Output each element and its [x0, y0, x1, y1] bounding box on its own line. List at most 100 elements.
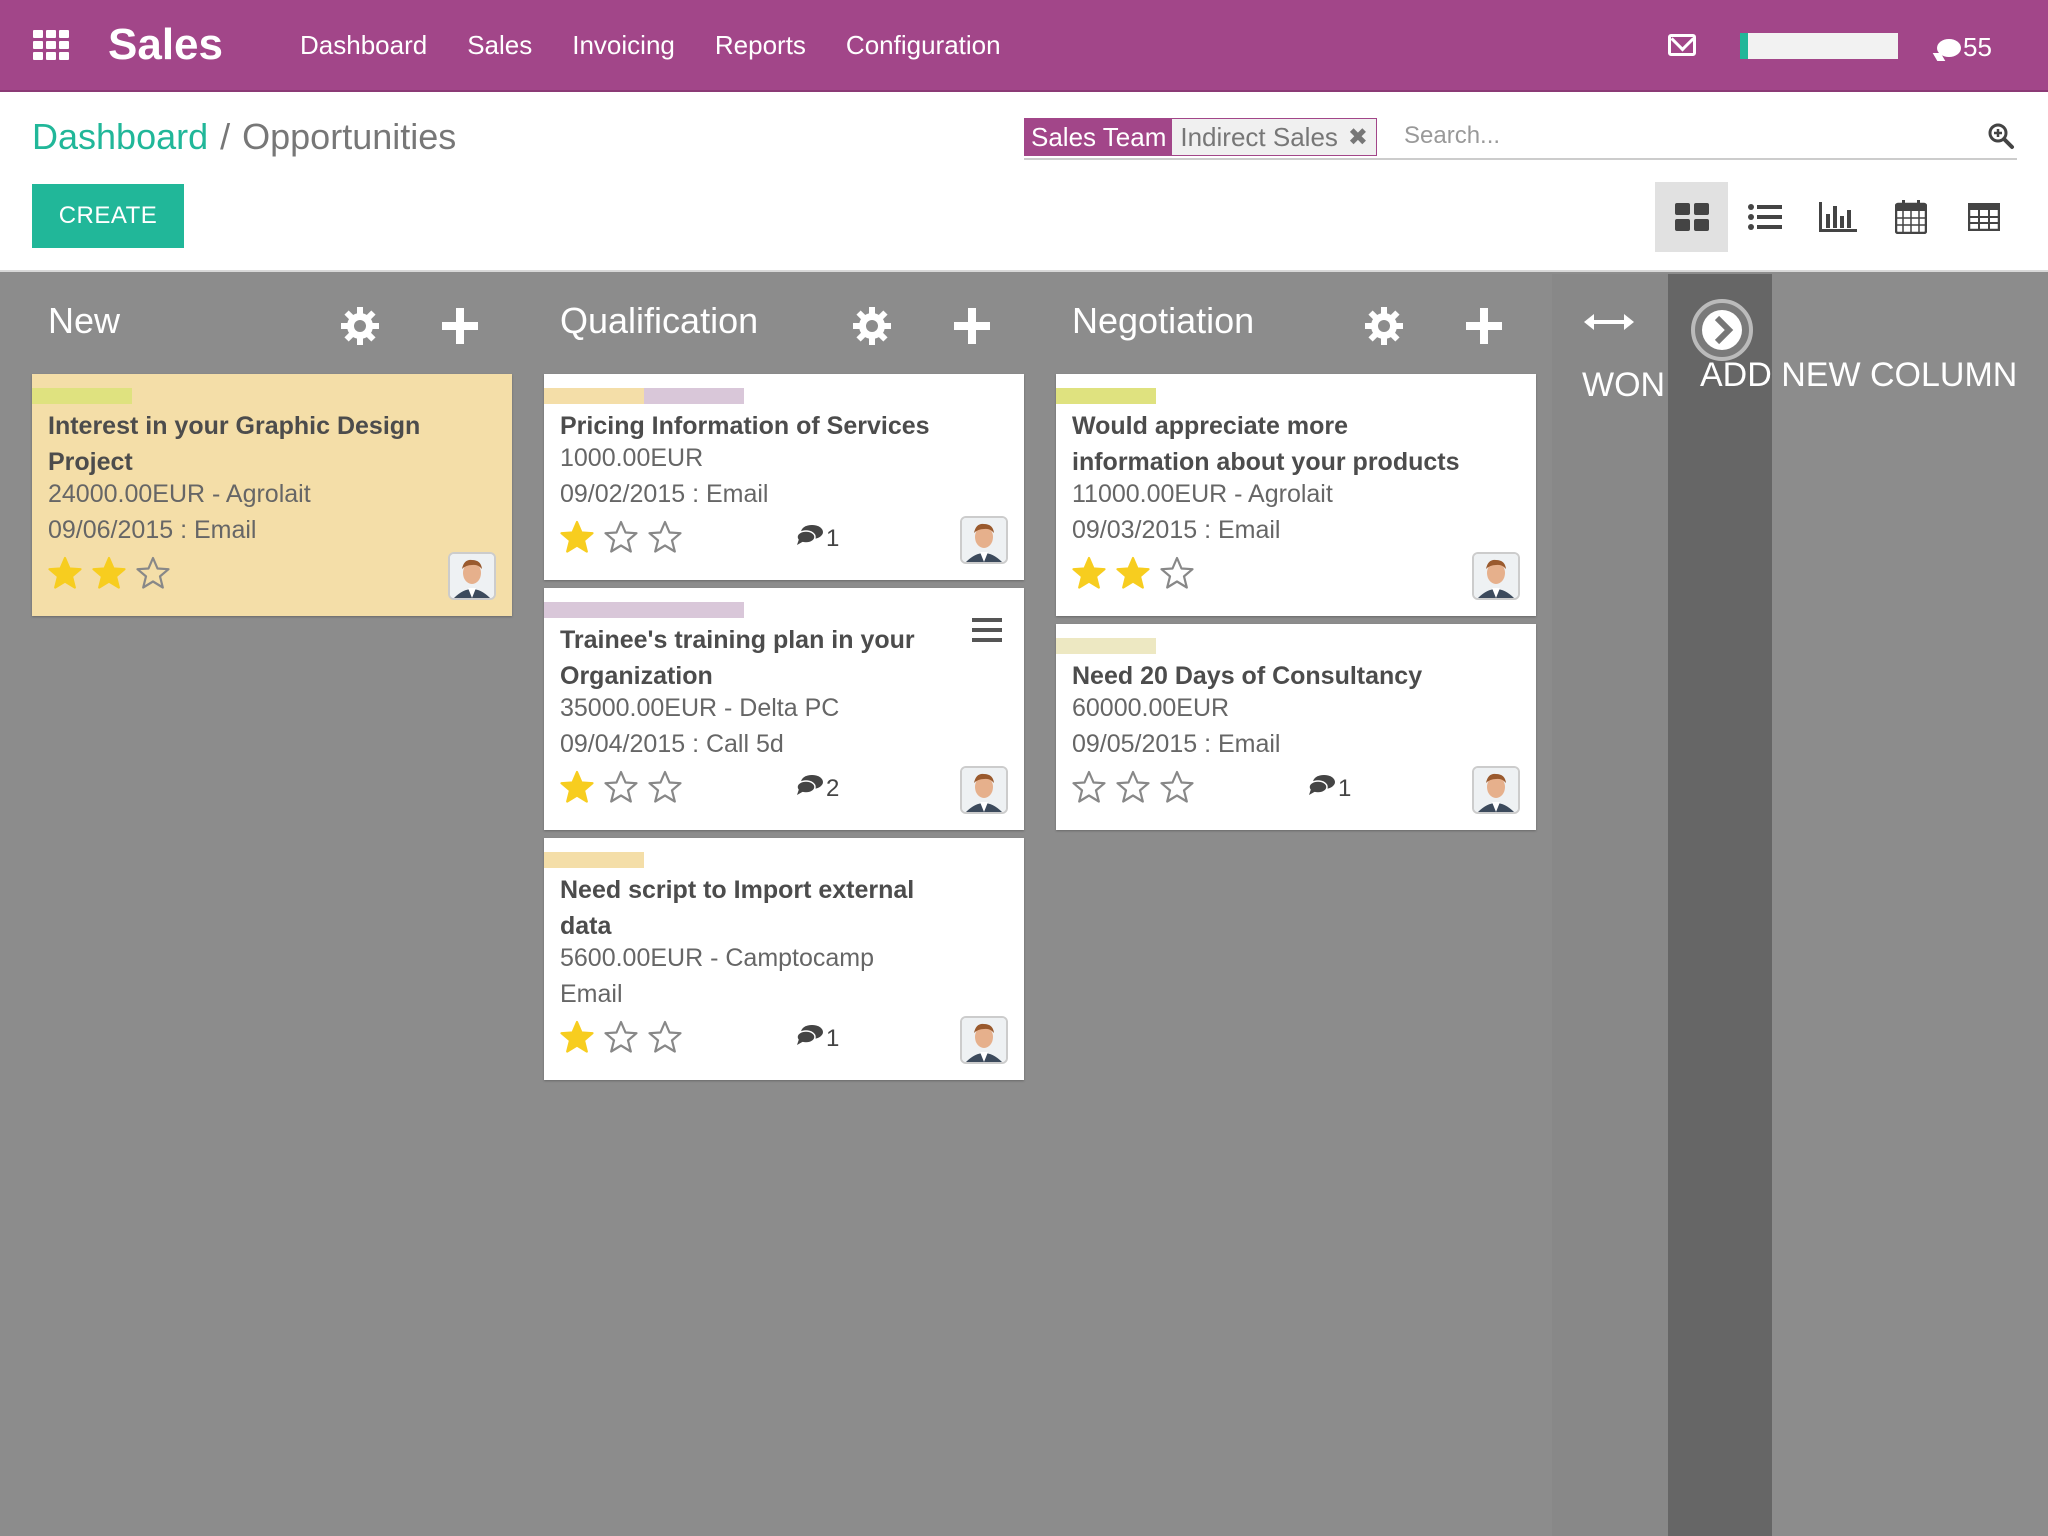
tag-color-bar [1056, 638, 1156, 654]
add-column-icon[interactable] [1690, 298, 1754, 362]
column-title: Negotiation [1072, 300, 1255, 341]
kanban-board: Negotiation Would appreciate more informat… [0, 274, 2048, 1536]
user-menu[interactable] [1740, 33, 1898, 59]
search-input[interactable] [1404, 118, 1944, 154]
message-count: 1 [826, 1024, 840, 1052]
column-quick-create-plus-icon[interactable] [1464, 306, 1504, 346]
card-revenue: 1000.00EUR [560, 444, 704, 472]
tag-color-bar [32, 388, 132, 404]
star-empty-icon[interactable] [604, 770, 638, 804]
card-tags [32, 388, 132, 404]
card-title: Interest in your Graphic Design Project [48, 408, 468, 480]
won-column-folded[interactable]: WON [1552, 274, 1668, 1536]
star-filled-icon[interactable] [92, 556, 126, 590]
breadcrumb-separator: / [220, 116, 231, 157]
card-next-activity: 09/04/2015 : Call 5d [560, 730, 784, 758]
star-filled-icon[interactable] [560, 520, 594, 554]
column-header: Negotiation [1040, 274, 1536, 374]
priority-stars [560, 1020, 682, 1054]
calendar-view-button[interactable] [1874, 182, 1947, 252]
search-facet: Sales Team Indirect Sales ✖ [1024, 118, 1378, 156]
opportunity-card[interactable]: Need script to Import external data 5600.0… [544, 838, 1024, 1080]
star-filled-icon[interactable] [1072, 556, 1106, 590]
chat-count: 55 [1963, 32, 1992, 62]
apps-menu-icon[interactable] [33, 30, 69, 60]
mail-icon[interactable] [1668, 34, 1696, 56]
star-empty-icon[interactable] [1160, 556, 1194, 590]
card-title-line: Need script to Import external [560, 876, 915, 904]
comments-icon [796, 1024, 824, 1053]
column-settings-gear-icon[interactable] [1364, 306, 1404, 346]
card-next-activity: Email [560, 980, 623, 1008]
pivot-view-button[interactable] [1947, 182, 2020, 252]
menu-dashboard[interactable]: Dashboard [300, 30, 427, 61]
column-header: New [16, 274, 512, 374]
search-icon[interactable] [1987, 122, 2015, 150]
unfold-arrow-icon[interactable] [1584, 312, 1634, 332]
star-filled-icon[interactable] [1116, 556, 1150, 590]
card-messages[interactable]: 1 [796, 524, 839, 553]
graph-view-button[interactable] [1801, 182, 1874, 252]
star-empty-icon[interactable] [604, 520, 638, 554]
menu-configuration[interactable]: Configuration [846, 30, 1001, 61]
column-header: Qualification [528, 274, 1024, 374]
search-bar: Sales Team Indirect Sales ✖ [1024, 116, 2017, 160]
priority-stars [1072, 556, 1194, 590]
column-settings-gear-icon[interactable] [852, 306, 892, 346]
comments-icon [796, 774, 824, 803]
tag-color-bar [1056, 388, 1156, 404]
card-messages[interactable]: 1 [796, 1024, 839, 1053]
card-next-activity: 09/06/2015 : Email [48, 516, 257, 544]
add-new-column-label[interactable]: ADD NEW COLUMN [1700, 356, 2017, 395]
star-filled-icon[interactable] [48, 556, 82, 590]
card-title: Need script to Import external data [560, 872, 980, 944]
facet-remove-icon[interactable]: ✖ [1348, 123, 1368, 152]
card-title-line: information about your products [1072, 448, 1460, 476]
star-empty-icon[interactable] [1072, 770, 1106, 804]
menu-reports[interactable]: Reports [715, 30, 806, 61]
menu-sales[interactable]: Sales [467, 30, 532, 61]
card-title-line: Would appreciate more [1072, 412, 1348, 440]
card-next-activity: 09/02/2015 : Email [560, 480, 769, 508]
card-revenue: 35000.00EUR - Delta PC [560, 694, 840, 722]
comments-icon [1308, 774, 1336, 803]
card-messages[interactable]: 1 [1308, 774, 1351, 803]
salesperson-avatar [960, 516, 1008, 564]
message-count: 1 [826, 524, 840, 552]
card-tags [544, 388, 744, 404]
pivot-icon [1967, 203, 2000, 231]
column-quick-create-plus-icon[interactable] [440, 306, 480, 346]
opportunity-card[interactable]: Need 20 Days of Consultancy 60000.00EUR 09… [1056, 624, 1536, 830]
card-menu-hamburger-icon[interactable] [972, 618, 1002, 644]
card-messages[interactable]: 2 [796, 774, 839, 803]
star-empty-icon[interactable] [648, 520, 682, 554]
message-count: 2 [826, 774, 840, 802]
column-quick-create-plus-icon[interactable] [952, 306, 992, 346]
opportunity-card[interactable]: Pricing Information of Services 1000.00EU… [544, 374, 1024, 580]
star-empty-icon[interactable] [136, 556, 170, 590]
star-empty-icon[interactable] [1160, 770, 1194, 804]
column-settings-gear-icon[interactable] [340, 306, 380, 346]
star-empty-icon[interactable] [648, 770, 682, 804]
card-title-line: Need 20 Days of Consultancy [1072, 662, 1423, 690]
create-button[interactable]: CREATE [32, 184, 184, 248]
star-empty-icon[interactable] [1116, 770, 1150, 804]
view-switcher [1655, 182, 2020, 252]
star-empty-icon[interactable] [604, 1020, 638, 1054]
card-title-line: Pricing Information of Services [560, 412, 930, 440]
list-view-button[interactable] [1728, 182, 1801, 252]
star-empty-icon[interactable] [648, 1020, 682, 1054]
add-column-strip[interactable] [1668, 274, 1772, 1536]
opportunity-card[interactable]: Interest in your Graphic Design Project 24… [32, 374, 512, 616]
opportunity-card[interactable]: Would appreciate more information about y… [1056, 374, 1536, 616]
kanban-view-button[interactable] [1655, 182, 1728, 252]
breadcrumb-dashboard[interactable]: Dashboard [32, 116, 208, 158]
top-menu: Dashboard Sales Invoicing Reports Config… [300, 30, 1041, 61]
chat-menu[interactable]: 55 [1937, 32, 1992, 63]
star-filled-icon[interactable] [560, 1020, 594, 1054]
star-filled-icon[interactable] [560, 770, 594, 804]
opportunity-card[interactable]: Trainee's training plan in your Organizat… [544, 588, 1024, 830]
menu-invoicing[interactable]: Invoicing [572, 30, 675, 61]
card-title: Trainee's training plan in your Organizat… [560, 622, 980, 694]
tag-color-bar [544, 852, 644, 868]
